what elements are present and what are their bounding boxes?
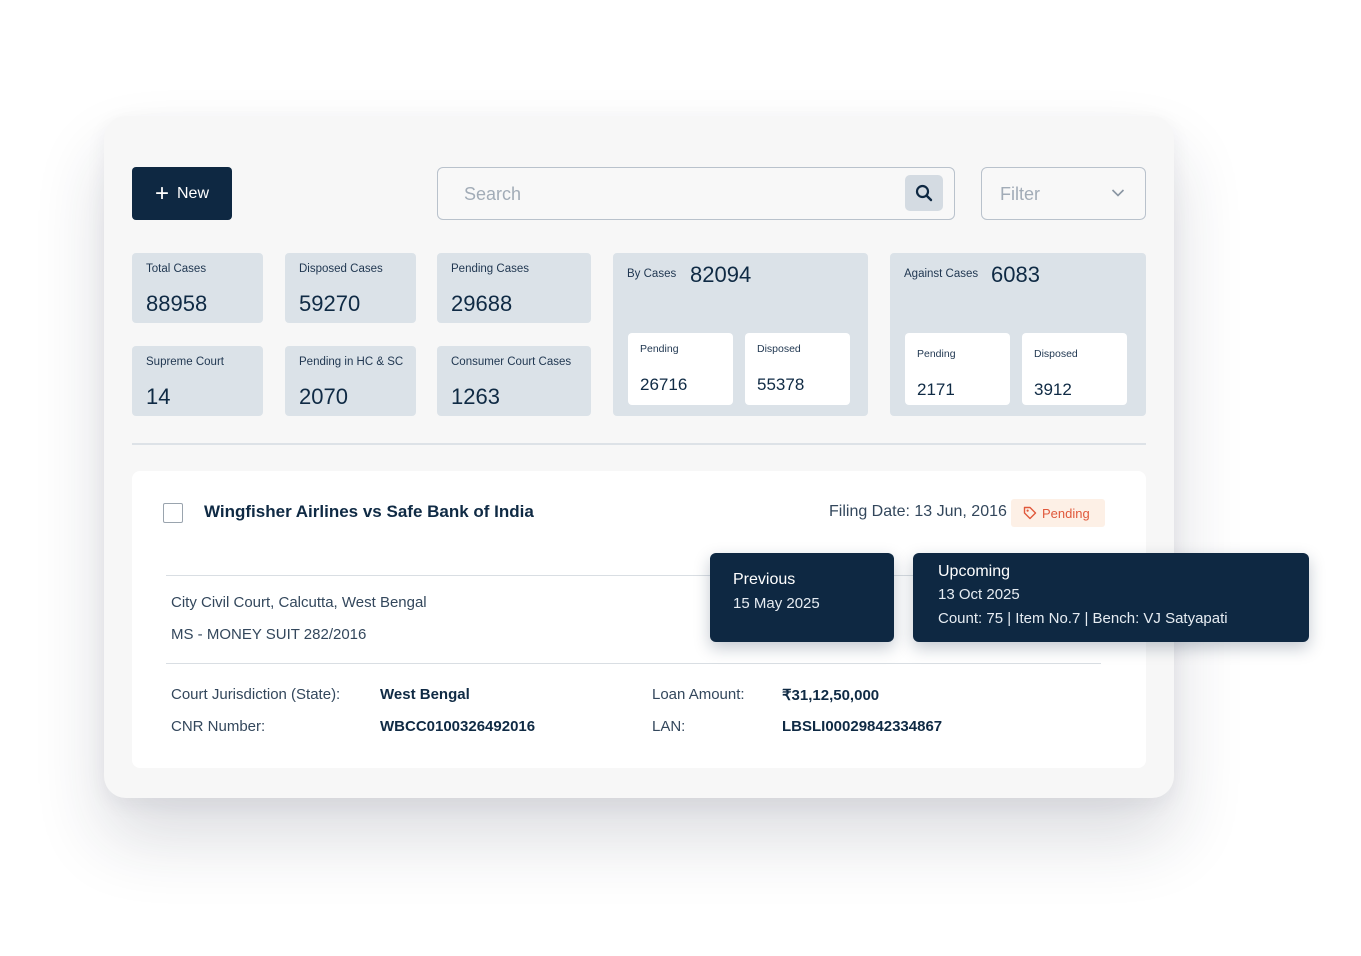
stat-consumer-court[interactable]: Consumer Court Cases 1263 bbox=[437, 346, 591, 416]
against-cases-pending[interactable]: Pending 2171 bbox=[905, 333, 1010, 405]
tag-icon bbox=[1023, 506, 1037, 520]
sub-label: Pending bbox=[640, 343, 679, 355]
stat-value: 2070 bbox=[299, 384, 348, 409]
previous-hearing-title: Previous bbox=[733, 571, 796, 588]
sub-label: Pending bbox=[917, 348, 956, 360]
cnr-label: CNR Number: bbox=[171, 718, 266, 735]
stat-by-cases[interactable]: By Cases 82094 Pending 26716 Disposed 55… bbox=[613, 253, 868, 416]
stat-value: 82094 bbox=[690, 262, 752, 287]
jurisdiction-value: West Bengal bbox=[380, 686, 470, 703]
against-cases-disposed[interactable]: Disposed 3912 bbox=[1022, 333, 1127, 405]
stat-label: Consumer Court Cases bbox=[451, 356, 572, 368]
search-input[interactable] bbox=[464, 180, 884, 208]
section-divider bbox=[132, 443, 1146, 445]
jurisdiction-label: Court Jurisdiction (State): bbox=[171, 686, 341, 703]
search-icon bbox=[915, 184, 933, 202]
new-case-button[interactable]: + New bbox=[132, 167, 232, 220]
status-label: Pending bbox=[1042, 505, 1090, 521]
previous-hearing-card[interactable]: Previous 15 May 2025 bbox=[710, 553, 894, 642]
by-cases-pending[interactable]: Pending 26716 bbox=[628, 333, 733, 405]
stat-label: Against Cases bbox=[904, 268, 979, 280]
filter-dropdown[interactable]: Filter bbox=[981, 167, 1146, 220]
upcoming-hearing-date: 13 Oct 2025 bbox=[938, 586, 1020, 603]
stat-value: 88958 bbox=[146, 291, 208, 316]
sub-label: Disposed bbox=[1034, 348, 1078, 360]
status-badge: Pending bbox=[1011, 499, 1105, 527]
lan-label: LAN: bbox=[652, 718, 686, 735]
upcoming-hearing-card[interactable]: Upcoming 13 Oct 2025 Count: 75 | Item No… bbox=[913, 553, 1309, 642]
stat-label: By Cases bbox=[627, 268, 677, 280]
stat-label: Supreme Court bbox=[146, 356, 224, 368]
stat-label: Total Cases bbox=[146, 263, 207, 275]
lan-value: LBSLI00029842334867 bbox=[782, 718, 943, 735]
upcoming-hearing-title: Upcoming bbox=[938, 563, 1011, 580]
search-button[interactable] bbox=[905, 175, 943, 211]
loan-amount-label: Loan Amount: bbox=[652, 686, 745, 703]
stat-value: 59270 bbox=[299, 291, 361, 316]
sub-value: 3912 bbox=[1034, 380, 1072, 399]
stat-label: Pending in HC & SC bbox=[299, 356, 404, 368]
stat-supreme-court[interactable]: Supreme Court 14 bbox=[132, 346, 263, 416]
stat-pending-cases[interactable]: Pending Cases 29688 bbox=[437, 253, 591, 323]
stat-value: 29688 bbox=[451, 291, 513, 316]
case-title[interactable]: Wingfisher Airlines vs Safe Bank of Indi… bbox=[204, 502, 534, 522]
previous-hearing-date: 15 May 2025 bbox=[733, 595, 820, 612]
filing-date: Filing Date: 13 Jun, 2016 bbox=[829, 503, 1007, 520]
court-name: City Civil Court, Calcutta, West Bengal bbox=[171, 594, 427, 611]
sub-value: 26716 bbox=[640, 375, 688, 394]
cnr-value: WBCC0100326492016 bbox=[380, 718, 536, 735]
search-box bbox=[437, 167, 955, 220]
stat-value: 14 bbox=[146, 384, 171, 409]
by-cases-disposed[interactable]: Disposed 55378 bbox=[745, 333, 850, 405]
chevron-down-icon bbox=[1111, 189, 1125, 197]
stat-disposed-cases[interactable]: Disposed Cases 59270 bbox=[285, 253, 416, 323]
new-button-label: New bbox=[177, 184, 210, 202]
plus-icon: + bbox=[154, 179, 169, 207]
loan-amount-value: ₹31,12,50,000 bbox=[782, 687, 880, 704]
filter-label: Filter bbox=[1000, 184, 1040, 204]
suit-number: MS - MONEY SUIT 282/2016 bbox=[171, 626, 367, 643]
stat-total-cases[interactable]: Total Cases 88958 bbox=[132, 253, 263, 323]
sub-label: Disposed bbox=[757, 343, 801, 355]
sub-value: 2171 bbox=[917, 380, 955, 399]
upcoming-hearing-details: Count: 75 | Item No.7 | Bench: VJ Satyap… bbox=[938, 610, 1228, 627]
stat-against-cases[interactable]: Against Cases 6083 Pending 2171 Disposed… bbox=[890, 253, 1146, 416]
case-divider bbox=[166, 663, 1101, 664]
sub-value: 55378 bbox=[757, 375, 805, 394]
stat-label: Disposed Cases bbox=[299, 263, 383, 275]
stat-pending-hc-sc[interactable]: Pending in HC & SC 2070 bbox=[285, 346, 416, 416]
stat-value: 6083 bbox=[991, 262, 1040, 287]
case-select-checkbox[interactable] bbox=[163, 503, 183, 523]
stat-value: 1263 bbox=[451, 384, 500, 409]
stat-label: Pending Cases bbox=[451, 263, 529, 275]
